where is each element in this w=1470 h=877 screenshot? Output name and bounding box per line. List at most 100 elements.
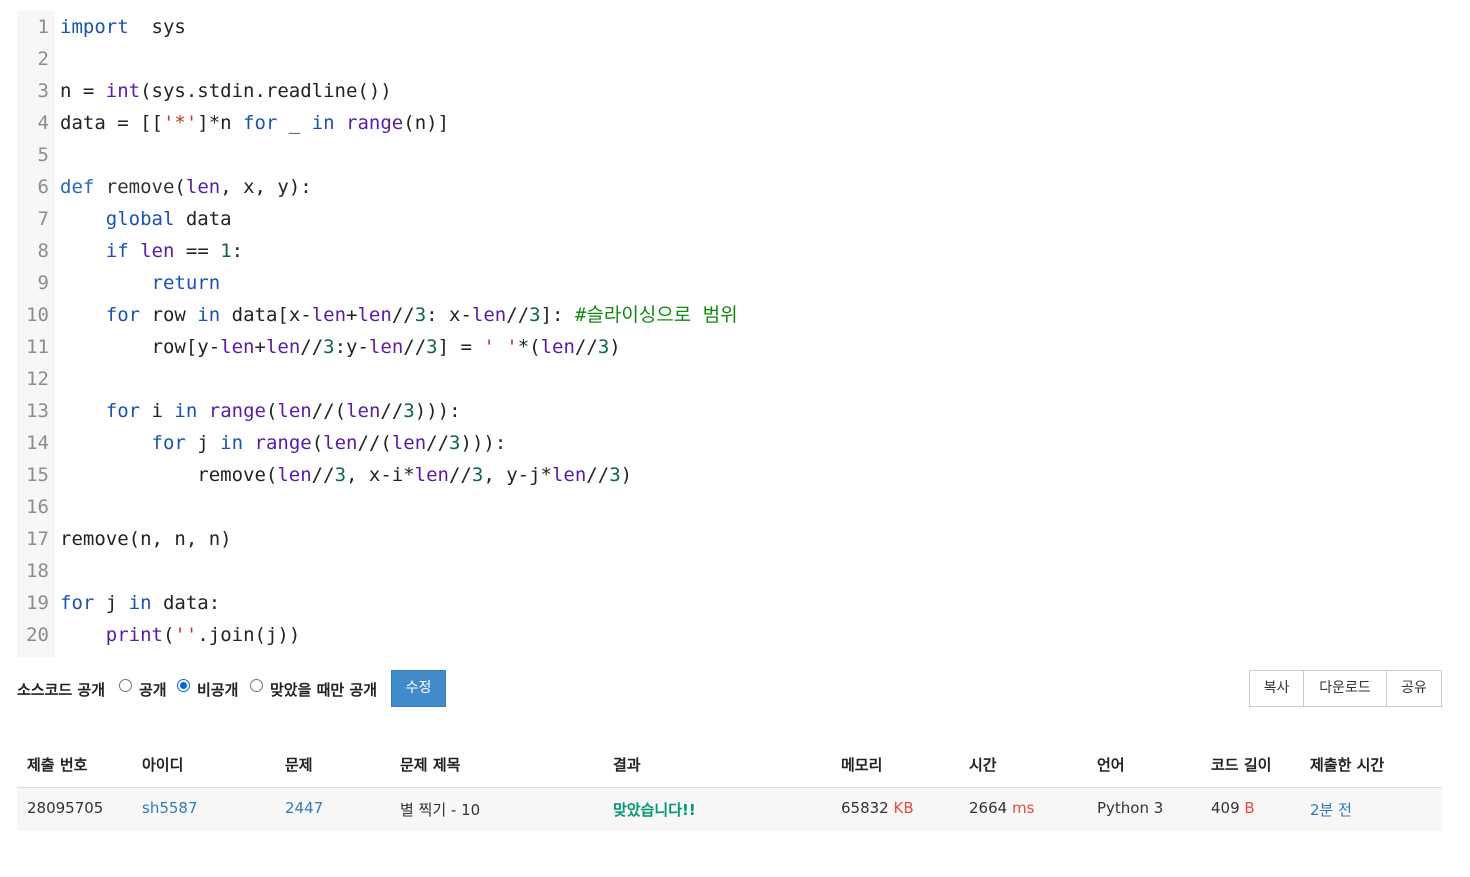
code-token: //( [357,432,392,454]
code-token: ))): [460,432,507,454]
code-token: *( [517,336,541,358]
col-language: 언어 [1097,756,1125,774]
code-text: if len == 1: [60,235,243,267]
col-time: 시간 [969,756,997,774]
code-token: in [174,400,198,422]
code-token: len [471,304,507,326]
code-token: ) [620,464,633,486]
code-line: 10 for row in data[x-len+len//3: x-len//… [17,299,738,331]
code-line: 9 return [17,267,221,299]
share-button[interactable]: 공유 [1386,670,1442,707]
line-number: 1 [37,16,49,38]
source-visibility-label: 소스코드 공개 [17,681,106,699]
radio-private-label[interactable]: 비공개 [197,679,238,700]
code-token: int [105,80,141,102]
code-token: print [105,624,163,646]
code-text: data = [['*']*n for _ in range(n)] [60,107,449,139]
code-token: 3 [414,304,427,326]
code-token: in [128,592,152,614]
memory-value: 65832 KB [841,799,914,817]
line-number: 19 [26,592,49,614]
code-line: 12 [17,363,49,395]
line-number: 11 [26,336,49,358]
line-number: 2 [37,48,49,70]
time-number: 2664 [969,799,1008,817]
code-token: // [311,464,335,486]
code-token: :y- [334,336,369,358]
line-number: 8 [37,240,49,262]
code-text: for row in data[x-len+len//3: x-len//3]:… [60,299,738,331]
code-token: ( [174,176,186,198]
code-token: in [220,432,244,454]
submitted-time-link[interactable]: 2분 전 [1310,799,1352,820]
code-token: sys [128,16,186,38]
code-token: ]*n [197,112,244,134]
code-token: import [60,16,129,38]
code-token: : x- [426,304,472,326]
code-text: import sys [60,11,186,43]
code-token: // [448,464,472,486]
result-status: 맞았습니다!! [613,801,696,819]
line-number: 3 [37,80,49,102]
code-token: row[y- [60,336,221,358]
code-token: // [403,336,427,358]
code-token: // [574,336,598,358]
user-id-link[interactable]: sh5587 [142,799,198,817]
language: Python 3 [1097,799,1164,817]
code-token: return [151,272,221,294]
line-number: 20 [26,624,49,646]
code-text: print(''.join(j)) [60,619,301,651]
code-line: 14 for j in range(len//(len//3))): [17,427,506,459]
code-line: 1 import sys [17,11,186,43]
line-number: 9 [37,272,49,294]
code-token: remove(n, n, n) [60,528,232,550]
code-line: 5 [17,139,49,171]
code-token: ' ' [483,336,518,358]
radio-public[interactable] [119,679,132,692]
code-token: ( [311,432,324,454]
copy-button[interactable]: 복사 [1249,670,1304,707]
download-button[interactable]: 다운로드 [1303,670,1387,707]
problem-title: 별 찍기 - 10 [400,801,481,819]
table-row: 28095705 sh5587 2447 별 찍기 - 10 맞았습니다!! 6… [17,788,1442,831]
col-code-length: 코드 길이 [1211,756,1272,774]
code-token: for [105,400,141,422]
radio-public-if-correct-label[interactable]: 맞았을 때만 공개 [270,679,377,700]
code-text: return [60,267,221,299]
col-memory: 메모리 [841,756,883,774]
code-token: def [60,176,95,198]
code-line: 7 global data [17,203,232,235]
submission-id: 28095705 [27,799,104,817]
col-submission-id: 제출 번호 [27,756,88,774]
code-text: for j in data: [60,587,220,619]
code-token: len [346,400,381,422]
code-token: j [185,432,221,454]
code-token: ) [609,336,621,358]
code-token: len [323,432,358,454]
time-unit: ms [1011,799,1035,817]
code-token: len [277,464,312,486]
code-token: data: [151,592,221,614]
code-line: 18 [17,555,49,587]
table-header: 제출 번호 아이디 문제 문제 제목 결과 메모리 시간 언어 코드 길이 제출… [17,744,1442,788]
code-token: '*' [162,112,198,134]
source-toolbar: 소스코드 공개 공개 비공개 맞았을 때만 공개 수정 복사 다운로드 공유 [17,670,1442,707]
radio-public-if-correct[interactable] [250,679,263,692]
col-problem: 문제 [285,756,313,774]
problem-link[interactable]: 2447 [285,799,323,817]
code-length-value: 409 B [1211,799,1255,817]
code-line: 20 print(''.join(j)) [17,619,300,651]
radio-private[interactable] [177,679,190,692]
code-token: range [346,112,404,134]
radio-public-label[interactable]: 공개 [139,679,167,700]
line-number: 18 [26,560,49,582]
edit-button[interactable]: 수정 [391,670,446,707]
code-line: 17 remove(n, n, n) [17,523,231,555]
